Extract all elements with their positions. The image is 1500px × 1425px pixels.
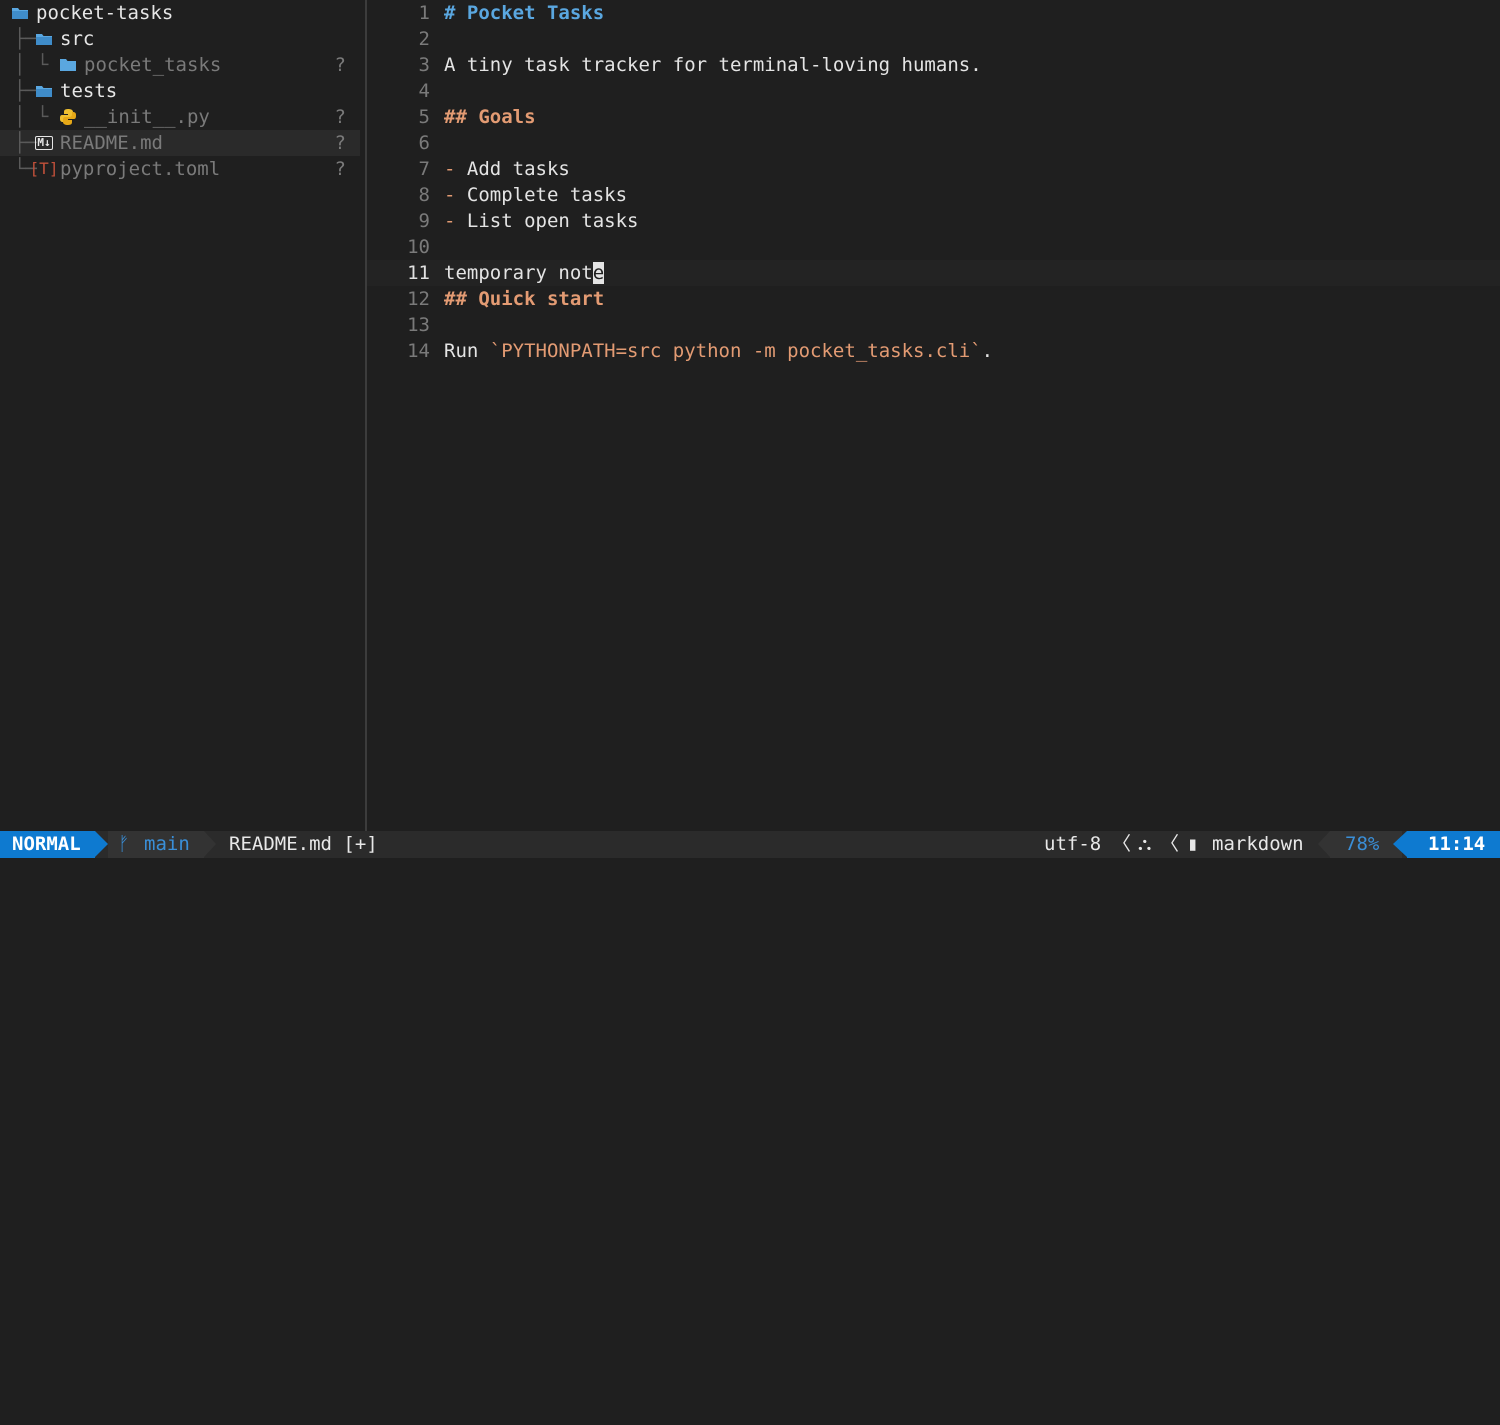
- file-encoding: utf-8: [1044, 833, 1102, 855]
- text-token: ## Quick start: [444, 288, 605, 310]
- tree-guide: │ └: [14, 54, 49, 76]
- line-text: # Pocket Tasks: [444, 0, 604, 26]
- editor-line[interactable]: 3 A tiny task tracker for terminal-loving…: [367, 52, 1500, 78]
- line-text: temporary note: [444, 260, 605, 286]
- editor-line[interactable]: 5 ## Goals: [367, 104, 1500, 130]
- tree-item-pyproject[interactable]: └─ [T] pyproject.toml ?: [0, 156, 360, 182]
- tree-item-init-py[interactable]: │ └ __init__.py ?: [0, 104, 360, 130]
- status-file-name: README.md [+]: [229, 833, 378, 855]
- command-line[interactable]: [0, 858, 1500, 885]
- tree-item-label: __init__.py: [84, 106, 210, 128]
- tree-item-src[interactable]: ├─ src: [0, 26, 360, 52]
- folder-open-icon: [34, 26, 54, 52]
- editor-line[interactable]: 1 # Pocket Tasks: [367, 0, 1500, 26]
- python-icon: [58, 104, 78, 130]
- line-text: ## Quick start: [444, 286, 604, 312]
- tree-root-label: pocket-tasks: [36, 2, 174, 24]
- line-number: 4: [418, 80, 430, 102]
- text-cursor: e: [592, 262, 605, 284]
- line-number: 5: [418, 106, 430, 128]
- line-number: 7: [418, 158, 430, 180]
- text-token: -: [444, 158, 456, 180]
- line-text: A tiny task tracker for terminal-loving …: [444, 52, 982, 78]
- editor-line[interactable]: 12 ## Quick start: [367, 286, 1500, 312]
- text-token: ## Goals: [444, 106, 536, 128]
- text-token: Complete tasks: [455, 184, 628, 206]
- line-number: 9: [418, 210, 430, 232]
- editor-line[interactable]: 11 temporary note: [367, 260, 1500, 286]
- tree-item-label: README.md: [60, 132, 163, 154]
- cursor-position: 11:14: [1428, 833, 1486, 855]
- file-icon: ▮: [1187, 833, 1199, 855]
- line-number: 8: [418, 184, 430, 206]
- line-text: Run `PYTHONPATH=src python -m pocket_tas…: [444, 338, 993, 364]
- folder-open-icon: [34, 78, 54, 104]
- file-tree-panel: pocket-tasks ├─ src │ └ pocket_tasks ? ├…: [0, 0, 366, 831]
- chevron-left-icon: 〈: [1112, 833, 1132, 855]
- editor-line[interactable]: 14 Run `PYTHONPATH=src python -m pocket_t…: [367, 338, 1500, 364]
- line-number: 12: [407, 288, 430, 310]
- editor-line[interactable]: 10: [367, 234, 1500, 260]
- tree-item-label: pyproject.toml: [60, 158, 221, 180]
- git-status-untracked: ?: [334, 132, 346, 154]
- git-branch-icon: ᚠ: [118, 833, 130, 855]
- text-token: -: [444, 184, 456, 206]
- toml-icon: [T]: [29, 159, 59, 178]
- git-branch-name: main: [144, 833, 190, 855]
- text-token: .: [981, 340, 994, 362]
- editor-line[interactable]: 4: [367, 78, 1500, 104]
- tree-guide: │ └: [14, 106, 49, 128]
- line-number: 3: [418, 54, 430, 76]
- mode-indicator: NORMAL: [0, 831, 95, 858]
- editor-line[interactable]: 9- List open tasks: [367, 208, 1500, 234]
- editor-line[interactable]: 7- Add tasks: [367, 156, 1500, 182]
- line-number: 6: [418, 132, 430, 154]
- file-type: markdown: [1212, 833, 1304, 855]
- tree-item-readme[interactable]: ├─ M↓ README.md ?: [0, 130, 360, 156]
- powerline-separator: [1318, 831, 1330, 857]
- powerline-separator: [95, 831, 108, 857]
- powerline-separator: [1393, 831, 1407, 857]
- git-status-untracked: ?: [334, 158, 346, 180]
- folder-icon: [58, 52, 78, 78]
- markdown-icon: M↓: [35, 136, 53, 150]
- line-text: - Complete tasks: [444, 182, 627, 208]
- editor-line[interactable]: 6: [367, 130, 1500, 156]
- linux-icon: ⛬: [1138, 833, 1152, 855]
- git-status-untracked: ?: [334, 54, 346, 76]
- line-text: - List open tasks: [444, 208, 638, 234]
- tree-item-label: tests: [60, 80, 118, 102]
- tree-item-label: pocket_tasks: [84, 54, 222, 76]
- folder-open-icon: [10, 0, 30, 26]
- tree-item-label: src: [60, 28, 95, 50]
- editor-line[interactable]: 8- Complete tasks: [367, 182, 1500, 208]
- text-token: List open tasks: [455, 210, 639, 232]
- line-text: ## Goals: [444, 104, 536, 130]
- text-token: temporary not: [444, 262, 593, 284]
- scroll-percent: 78%: [1345, 833, 1380, 855]
- editor-line[interactable]: 13: [367, 312, 1500, 338]
- powerline-separator: [204, 831, 216, 857]
- line-number: 14: [407, 340, 430, 362]
- line-number: 10: [407, 236, 430, 258]
- line-text: - Add tasks: [444, 156, 570, 182]
- editor-line[interactable]: 2: [367, 26, 1500, 52]
- editor-buffer[interactable]: 1 # Pocket Tasks 2 3 A tiny task tracker for…: [367, 0, 1500, 831]
- text-token: -: [444, 210, 456, 232]
- text-token: Run: [444, 340, 490, 362]
- status-line: NORMAL ᚠ main README.md [+] utf-8 〈 ⛬ 〈 …: [0, 831, 1500, 858]
- git-status-untracked: ?: [334, 106, 346, 128]
- line-number: 11: [407, 262, 430, 284]
- tree-root[interactable]: pocket-tasks: [0, 0, 360, 26]
- line-number: 1: [418, 2, 430, 24]
- text-token: `PYTHONPATH=src python -m pocket_tasks.c…: [489, 340, 982, 362]
- text-token: Add tasks: [455, 158, 570, 180]
- line-number: 13: [407, 314, 430, 336]
- text-token: A tiny task tracker for terminal-loving …: [444, 54, 982, 76]
- tree-item-pocket-tasks[interactable]: │ └ pocket_tasks ?: [0, 52, 360, 78]
- tree-item-tests[interactable]: ├─ tests: [0, 78, 360, 104]
- line-number: 2: [418, 28, 430, 50]
- chevron-left-icon: 〈: [1160, 833, 1180, 855]
- text-token: # Pocket Tasks: [444, 2, 605, 24]
